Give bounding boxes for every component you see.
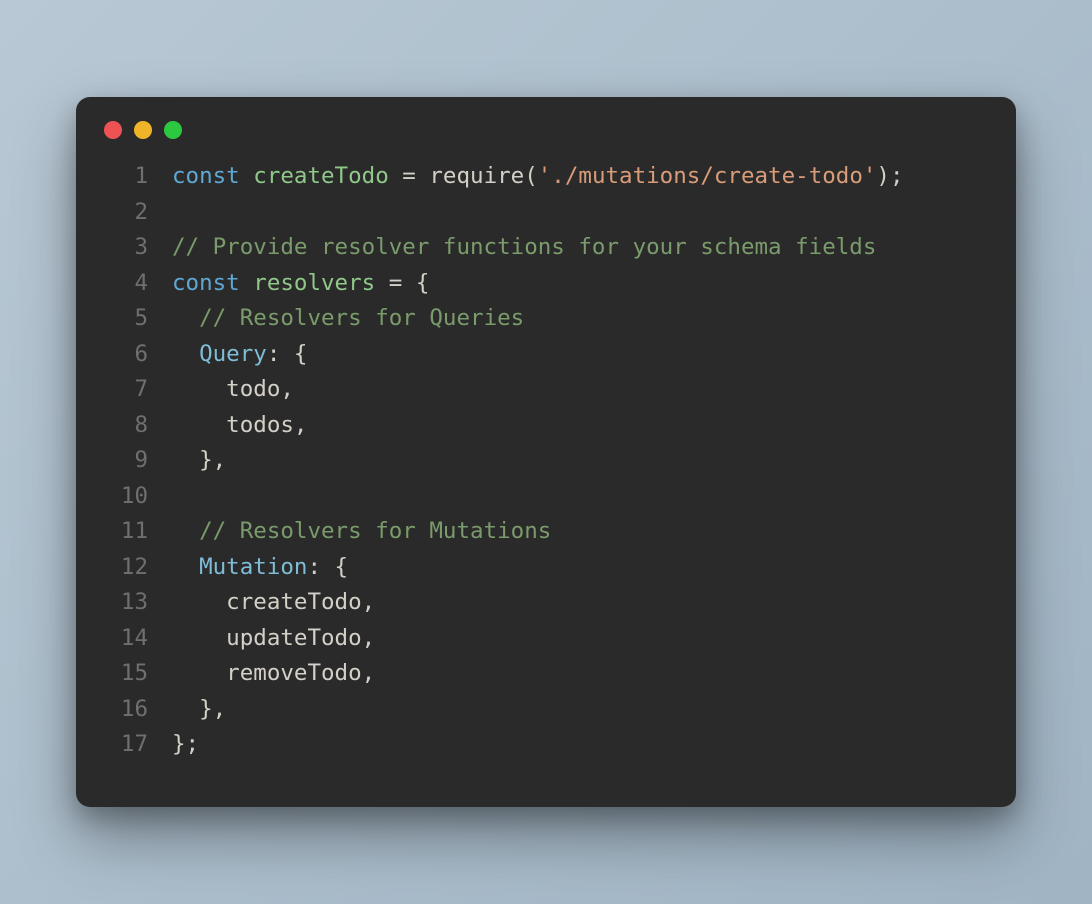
- code-content: updateTodo,: [172, 625, 375, 651]
- line-number: 6: [104, 341, 148, 367]
- line-number: 1: [104, 163, 148, 189]
- code-line: 16 },: [104, 696, 988, 732]
- code-token: // Resolvers for Queries: [199, 305, 524, 331]
- code-token: './mutations/create-todo': [538, 163, 877, 189]
- code-token: require: [429, 163, 524, 189]
- code-editor[interactable]: 1 const createTodo = require('./mutations…: [76, 157, 1016, 767]
- code-token: todo: [172, 376, 280, 402]
- code-line: 3 // Provide resolver functions for your …: [104, 234, 988, 270]
- code-token: todos: [172, 412, 294, 438]
- line-number: 11: [104, 518, 148, 544]
- code-token: [172, 518, 199, 544]
- code-token: createTodo: [253, 163, 388, 189]
- line-number: 7: [104, 376, 148, 402]
- code-token: ,: [294, 412, 308, 438]
- line-number: 5: [104, 305, 148, 331]
- code-token: =: [402, 163, 416, 189]
- code-line: 10: [104, 483, 988, 519]
- code-content: },: [172, 447, 226, 473]
- code-line: 1 const createTodo = require('./mutations…: [104, 163, 988, 199]
- code-window: 1 const createTodo = require('./mutations…: [76, 97, 1016, 807]
- code-token: const: [172, 270, 240, 296]
- code-token: =: [389, 270, 403, 296]
- code-token: // Resolvers for Mutations: [199, 518, 551, 544]
- code-content: Query: {: [172, 341, 307, 367]
- code-line: 8 todos,: [104, 412, 988, 448]
- code-token: [416, 163, 430, 189]
- code-line: 7 todo,: [104, 376, 988, 412]
- line-number: 12: [104, 554, 148, 580]
- code-content: },: [172, 696, 226, 722]
- line-number: 17: [104, 731, 148, 757]
- code-token: // Provide resolver functions for your s…: [172, 234, 876, 260]
- code-token: [172, 554, 199, 580]
- code-token: [402, 270, 416, 296]
- code-content: // Resolvers for Queries: [172, 305, 524, 331]
- code-line: 2: [104, 199, 988, 235]
- code-token: };: [172, 731, 199, 757]
- code-content: todo,: [172, 376, 294, 402]
- code-token: Query: [199, 341, 267, 367]
- line-number: 4: [104, 270, 148, 296]
- code-line: 11 // Resolvers for Mutations: [104, 518, 988, 554]
- code-content: createTodo,: [172, 589, 375, 615]
- code-token: [240, 163, 254, 189]
- code-token: );: [876, 163, 903, 189]
- code-token: ,: [280, 376, 294, 402]
- line-number: 14: [104, 625, 148, 651]
- code-token: ,: [362, 589, 376, 615]
- code-line: 9 },: [104, 447, 988, 483]
- code-token: [240, 270, 254, 296]
- line-number: 2: [104, 199, 148, 225]
- code-token: [389, 163, 403, 189]
- code-token: [172, 696, 199, 722]
- code-token: },: [199, 447, 226, 473]
- minimize-icon[interactable]: [134, 121, 152, 139]
- code-token: ,: [362, 625, 376, 651]
- code-content: removeTodo,: [172, 660, 375, 686]
- code-token: const: [172, 163, 240, 189]
- code-token: removeTodo: [172, 660, 362, 686]
- code-token: [172, 447, 199, 473]
- code-content: const createTodo = require('./mutations/…: [172, 163, 904, 189]
- code-line: 12 Mutation: {: [104, 554, 988, 590]
- line-number: 13: [104, 589, 148, 615]
- maximize-icon[interactable]: [164, 121, 182, 139]
- line-number: 9: [104, 447, 148, 473]
- code-content: const resolvers = {: [172, 270, 429, 296]
- code-content: // Resolvers for Mutations: [172, 518, 551, 544]
- titlebar: [76, 97, 1016, 157]
- code-token: resolvers: [253, 270, 375, 296]
- code-token: : {: [267, 341, 308, 367]
- close-icon[interactable]: [104, 121, 122, 139]
- code-line: 4 const resolvers = {: [104, 270, 988, 306]
- code-token: : {: [307, 554, 348, 580]
- line-number: 8: [104, 412, 148, 438]
- code-line: 5 // Resolvers for Queries: [104, 305, 988, 341]
- code-token: updateTodo: [172, 625, 362, 651]
- code-token: [375, 270, 389, 296]
- code-token: Mutation: [199, 554, 307, 580]
- code-line: 17};: [104, 731, 988, 767]
- code-line: 6 Query: {: [104, 341, 988, 377]
- code-token: [172, 305, 199, 331]
- code-content: Mutation: {: [172, 554, 348, 580]
- code-content: // Provide resolver functions for your s…: [172, 234, 876, 260]
- line-number: 3: [104, 234, 148, 260]
- code-token: (: [524, 163, 538, 189]
- code-content: todos,: [172, 412, 307, 438]
- code-token: },: [199, 696, 226, 722]
- code-line: 13 createTodo,: [104, 589, 988, 625]
- code-token: {: [416, 270, 430, 296]
- line-number: 10: [104, 483, 148, 509]
- line-number: 15: [104, 660, 148, 686]
- code-line: 15 removeTodo,: [104, 660, 988, 696]
- code-token: [172, 341, 199, 367]
- code-token: ,: [362, 660, 376, 686]
- line-number: 16: [104, 696, 148, 722]
- code-line: 14 updateTodo,: [104, 625, 988, 661]
- code-token: createTodo: [172, 589, 362, 615]
- code-content: };: [172, 731, 199, 757]
